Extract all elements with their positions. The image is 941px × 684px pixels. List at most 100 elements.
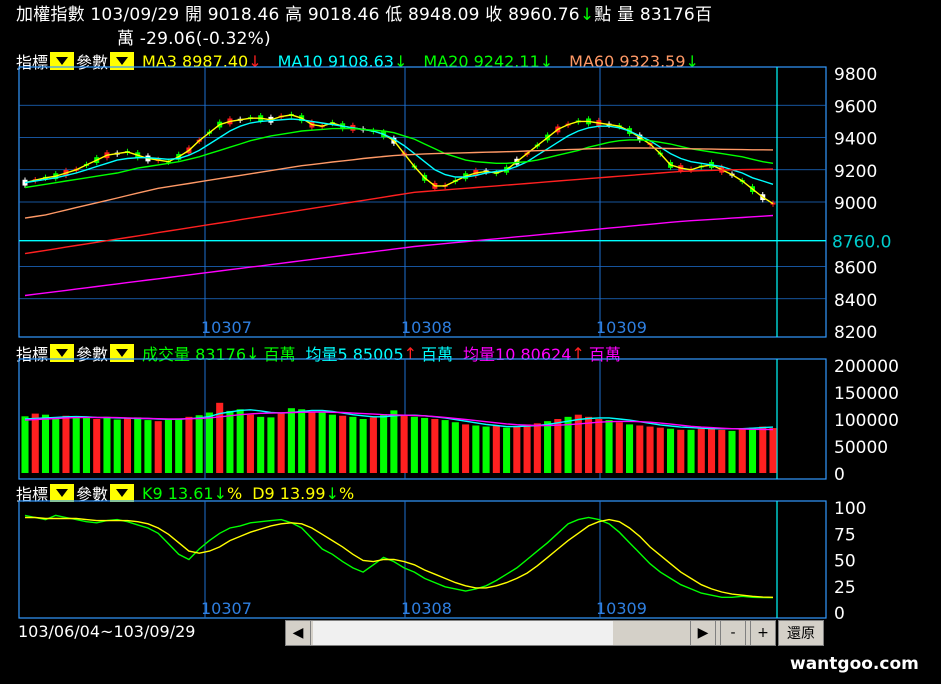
y-tick-label: 9400 bbox=[834, 130, 877, 150]
volume-bar bbox=[123, 418, 132, 473]
volume-bar bbox=[93, 419, 101, 473]
volume-bar bbox=[492, 425, 500, 473]
volume-bar bbox=[462, 424, 470, 473]
volume-bar bbox=[205, 412, 213, 473]
y-tick-label: 75 bbox=[834, 525, 856, 545]
volume-bar bbox=[154, 421, 162, 473]
volume-bar bbox=[52, 417, 60, 473]
volume-bar bbox=[175, 418, 183, 473]
y-tick-label: 9800 bbox=[834, 65, 877, 85]
x-month-label: 10309 bbox=[596, 599, 647, 618]
volume-bar bbox=[308, 412, 316, 473]
x-month-label: 10309 bbox=[596, 318, 647, 337]
volume-bar bbox=[626, 424, 634, 473]
scroll-right-button[interactable]: ▶ bbox=[690, 620, 716, 646]
volume-bar bbox=[605, 420, 613, 473]
volume-bar bbox=[21, 416, 29, 473]
y-tick-label: 8600 bbox=[834, 259, 877, 279]
volume-bar bbox=[328, 414, 336, 473]
reset-button[interactable]: 還原 bbox=[778, 620, 824, 646]
volume-bar bbox=[595, 419, 603, 473]
volume-bar bbox=[369, 417, 377, 473]
volume-bar bbox=[134, 417, 142, 473]
volume-bar bbox=[636, 425, 644, 473]
volume-bar bbox=[533, 423, 541, 473]
scroll-left-button[interactable]: ◀ bbox=[285, 620, 311, 646]
volume-bar bbox=[185, 416, 193, 473]
volume-bar bbox=[748, 427, 757, 473]
volume-bar bbox=[687, 429, 695, 473]
volume-bar bbox=[697, 428, 705, 473]
volume-bar bbox=[195, 415, 203, 473]
zoom-out-button[interactable]: - bbox=[720, 620, 746, 646]
volume-bar bbox=[759, 426, 767, 473]
x-month-label: 10307 bbox=[201, 318, 252, 337]
volume-bar bbox=[400, 414, 408, 473]
y-tick-label: 9600 bbox=[834, 97, 877, 117]
series-line bbox=[24, 118, 774, 185]
volume-bar bbox=[339, 415, 347, 473]
volume-bar bbox=[544, 421, 552, 473]
volume-bar bbox=[298, 409, 306, 473]
zoom-in-button[interactable]: + bbox=[750, 620, 776, 646]
y-tick-label: 100 bbox=[834, 499, 866, 519]
volume-bar bbox=[707, 427, 716, 473]
y-tick-label: 0 bbox=[834, 465, 845, 485]
volume-bar bbox=[287, 408, 295, 473]
y-tick-label: 8400 bbox=[834, 291, 877, 311]
volume-bar bbox=[718, 429, 726, 473]
volume-bar bbox=[677, 429, 685, 473]
volume-bar bbox=[113, 419, 121, 473]
series-line bbox=[24, 214, 774, 297]
volume-bar bbox=[236, 409, 244, 473]
x-month-label: 10308 bbox=[401, 318, 452, 337]
volume-bar bbox=[615, 422, 623, 473]
volume-bar bbox=[441, 420, 449, 473]
volume-bar bbox=[103, 416, 111, 473]
volume-bar bbox=[523, 424, 531, 473]
watermark: wantgoo.com bbox=[790, 654, 919, 674]
series-line bbox=[25, 516, 774, 598]
volume-bar bbox=[503, 427, 511, 473]
volume-bar bbox=[359, 419, 367, 473]
volume-bar bbox=[277, 413, 285, 473]
volume-bar bbox=[164, 419, 172, 473]
volume-bar bbox=[318, 411, 326, 473]
volume-bar bbox=[144, 420, 152, 473]
y-tick-label: 8200 bbox=[834, 323, 877, 343]
volume-bar bbox=[380, 414, 388, 473]
y-tick-label: 50 bbox=[834, 552, 856, 572]
volume-bar bbox=[666, 428, 675, 473]
series-line bbox=[24, 114, 774, 205]
volume-bar bbox=[72, 416, 80, 473]
volume-bar bbox=[769, 428, 777, 473]
volume-bar bbox=[431, 419, 439, 473]
volume-bar bbox=[390, 410, 398, 473]
volume-bar bbox=[41, 414, 50, 473]
volume-bar bbox=[410, 416, 418, 473]
volume-bar bbox=[585, 416, 593, 473]
stock-chart[interactable]: 9800 9600 9400 9200 9000 8760.0 8600 8400 8200 10… bbox=[0, 0, 941, 684]
volume-bar bbox=[554, 419, 562, 473]
volume-bar bbox=[82, 417, 91, 473]
volume-bar bbox=[513, 426, 521, 473]
volume-bar bbox=[246, 414, 254, 473]
date-range: 103/06/04~103/09/29 bbox=[18, 622, 196, 641]
y-tick-label: 25 bbox=[834, 578, 856, 598]
volume-bar bbox=[656, 427, 664, 473]
y-tick-label: 0 bbox=[834, 604, 845, 624]
volume-bar bbox=[451, 422, 459, 473]
y-tick-label: 100000 bbox=[834, 411, 899, 431]
volume-bar bbox=[31, 413, 39, 473]
series-line bbox=[24, 147, 774, 219]
cursor-value-label: 8760.0 bbox=[832, 233, 891, 253]
volume-bar bbox=[472, 425, 480, 473]
volume-bar bbox=[267, 417, 275, 473]
volume-bar bbox=[738, 428, 746, 473]
volume-bar bbox=[421, 417, 429, 473]
volume-bar bbox=[482, 426, 490, 473]
scrollbar-thumb[interactable] bbox=[313, 621, 613, 645]
volume-bar bbox=[257, 416, 265, 473]
volume-bar bbox=[226, 410, 234, 473]
y-tick-label: 9000 bbox=[834, 194, 877, 214]
